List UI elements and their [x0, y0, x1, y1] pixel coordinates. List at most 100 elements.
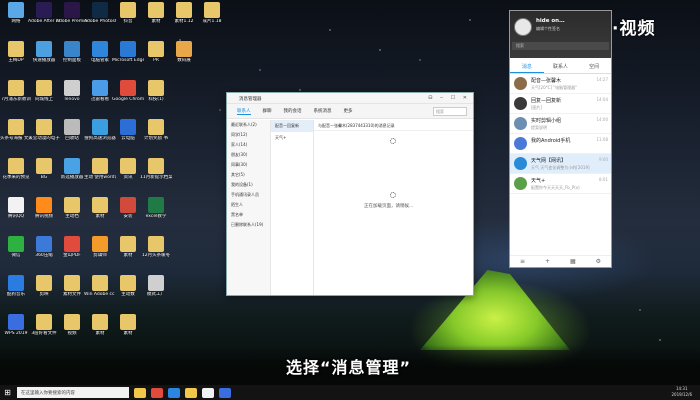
desktop-app-icon	[36, 197, 52, 213]
menu-icon[interactable]: ≡	[520, 258, 525, 265]
group-item[interactable]: 我的设备(1)	[227, 180, 270, 190]
desktop-app-icon	[120, 80, 136, 96]
desktop-icon[interactable]: 科技(1)	[140, 80, 172, 116]
chat-avatar	[514, 137, 527, 150]
record-header: 与配音—张馨木(2837443310)的消息记录	[314, 120, 473, 131]
desktop-app-icon	[120, 236, 136, 252]
group-item[interactable]: 最近联系人(2)	[227, 120, 270, 130]
desktop-app-icon	[148, 41, 164, 57]
chat-time: 9:00	[599, 157, 608, 162]
taskbar-search-input[interactable]: 在这里输入你要搜索的内容	[17, 387, 129, 398]
chat-avatar	[514, 97, 527, 110]
nav-more[interactable]: 更多	[344, 108, 353, 114]
qq-icon[interactable]	[202, 387, 214, 398]
contact-item[interactable]: 天气+	[271, 132, 313, 144]
desktop-app-icon	[148, 2, 164, 18]
desktop-app-icon	[8, 2, 24, 18]
folder-icon[interactable]	[134, 387, 146, 398]
chat-row[interactable]: 天气网【网讯】 天气 天气变化调整为小的[2019] 9:00	[510, 154, 611, 174]
chat-name: 实时剪辑小组	[531, 118, 562, 124]
desktop-icon[interactable]: 数码展	[168, 41, 200, 77]
desktop-icon[interactable]: excel教学	[140, 197, 172, 233]
tab-space[interactable]: 空间	[577, 58, 611, 73]
desktop-app-icon	[92, 80, 108, 96]
chat-preview: 提案说明	[531, 125, 547, 130]
group-item[interactable]: 家人(14)	[227, 140, 270, 150]
contact-item[interactable]: 配音—回复新	[271, 120, 313, 132]
desktop-app-icon	[204, 2, 220, 18]
desktop-app-icon	[36, 314, 52, 330]
browser-icon[interactable]	[168, 387, 180, 398]
user-signature[interactable]: 编辑个性签名	[536, 26, 560, 32]
chat-time: 8:01	[599, 177, 608, 182]
desktop-icon-label: 计划奖励 书	[144, 136, 168, 141]
chat-avatar	[514, 177, 527, 190]
chat-time: 14:00	[596, 117, 608, 122]
chat-time: 11:08	[596, 137, 608, 142]
clock[interactable]: 14:31 2019/12/6	[671, 386, 692, 398]
desktop-app-icon	[64, 80, 80, 96]
chat-avatar	[514, 117, 527, 130]
desktop-app-icon	[8, 314, 24, 330]
desktop-app-icon	[8, 41, 24, 57]
group-item[interactable]: 已删除联系人(19)	[227, 220, 270, 230]
group-item[interactable]: 手机通讯录人员	[227, 190, 270, 200]
desktop-icon[interactable]: 素材	[112, 314, 144, 350]
video-subtitle: 选择“消息管理”	[286, 358, 412, 377]
desktop-app-icon	[92, 314, 108, 330]
desktop-app-icon	[92, 236, 108, 252]
clock-date: 2019/12/6	[671, 392, 692, 397]
desktop-icon[interactable]: 12月头条暖冬	[140, 236, 172, 272]
qq-tabs: 消息 联系人 空间	[510, 58, 611, 74]
desktop-app-icon	[120, 2, 136, 18]
chat-row[interactable]: 实时剪辑小组 提案说明 14:00	[510, 114, 611, 134]
manager-search-input[interactable]: 搜索	[433, 107, 467, 116]
desktop-app-icon	[64, 197, 80, 213]
chat-row[interactable]: 配音—张馨木 天气[20°C] "电脑管理器" 14:27	[510, 74, 611, 94]
desktop-app-icon	[8, 275, 24, 291]
chat-row[interactable]: 我的Android手机 11:08	[510, 134, 611, 154]
nav-system[interactable]: 系统消息	[314, 108, 332, 114]
user-nickname: hide on…	[536, 18, 565, 24]
tab-messages[interactable]: 消息	[510, 58, 544, 73]
qq-search-input[interactable]: 搜索	[512, 42, 609, 50]
desktop-icon[interactable]: 计划奖励 书	[140, 119, 172, 155]
group-item[interactable]: 同学(12)	[227, 130, 270, 140]
desktop-app-icon	[64, 275, 80, 291]
tab-contacts[interactable]: 联系人	[544, 58, 578, 73]
desktop-app-icon	[36, 236, 52, 252]
chrome-icon[interactable]	[151, 387, 163, 398]
windows-start-icon[interactable]: ⊞	[0, 385, 15, 400]
group-item[interactable]: 黑名单	[227, 210, 270, 220]
group-item[interactable]: 同事(30)	[227, 160, 270, 170]
window-controls[interactable]: ⊟ ‒ ☐ ✕	[428, 95, 470, 101]
chat-row[interactable]: 回复—回复新 [图片] 14:04	[510, 94, 611, 114]
files-icon[interactable]	[185, 387, 197, 398]
desktop-app-icon	[64, 314, 80, 330]
app-taskbar-icon[interactable]	[219, 387, 231, 398]
qq-header: hide on… 编辑个性签名 搜索	[510, 11, 611, 58]
chat-preview: 天气[20°C] "电脑管理器"	[531, 85, 577, 90]
desktop-icon[interactable]: 模式工厂	[140, 275, 172, 311]
desktop-icon-label: excel教学	[145, 214, 167, 219]
desktop-app-icon	[64, 41, 80, 57]
loading-spinner-icon	[390, 192, 396, 198]
nav-contacts[interactable]: 联系人	[237, 108, 251, 115]
desktop-app-icon	[64, 2, 80, 18]
settings-icon[interactable]: ⚙	[596, 258, 601, 265]
nav-groups[interactable]: 群聊	[263, 108, 272, 114]
chat-preview: [图片]	[531, 105, 543, 110]
nav-conversations[interactable]: 我的会话	[284, 108, 302, 114]
desktop-icon[interactable]: 11月新提示档案	[140, 158, 172, 194]
loading-icon	[390, 138, 396, 144]
add-icon[interactable]: +	[545, 258, 550, 265]
desktop-app-icon	[36, 275, 52, 291]
chat-row[interactable]: 天气+ 配置你今天天天天_Fb_P(x) 8:01	[510, 174, 611, 194]
group-item[interactable]: 陌生人	[227, 200, 270, 210]
app-icon[interactable]: ▦	[570, 258, 576, 265]
desktop-icon-label: 模式工厂	[147, 292, 165, 297]
user-avatar[interactable]	[514, 18, 532, 36]
group-item[interactable]: 朋友(30)	[227, 150, 270, 160]
group-item[interactable]: 其它(5)	[227, 170, 270, 180]
desktop-icon[interactable]: 或片1.18	[196, 2, 228, 38]
